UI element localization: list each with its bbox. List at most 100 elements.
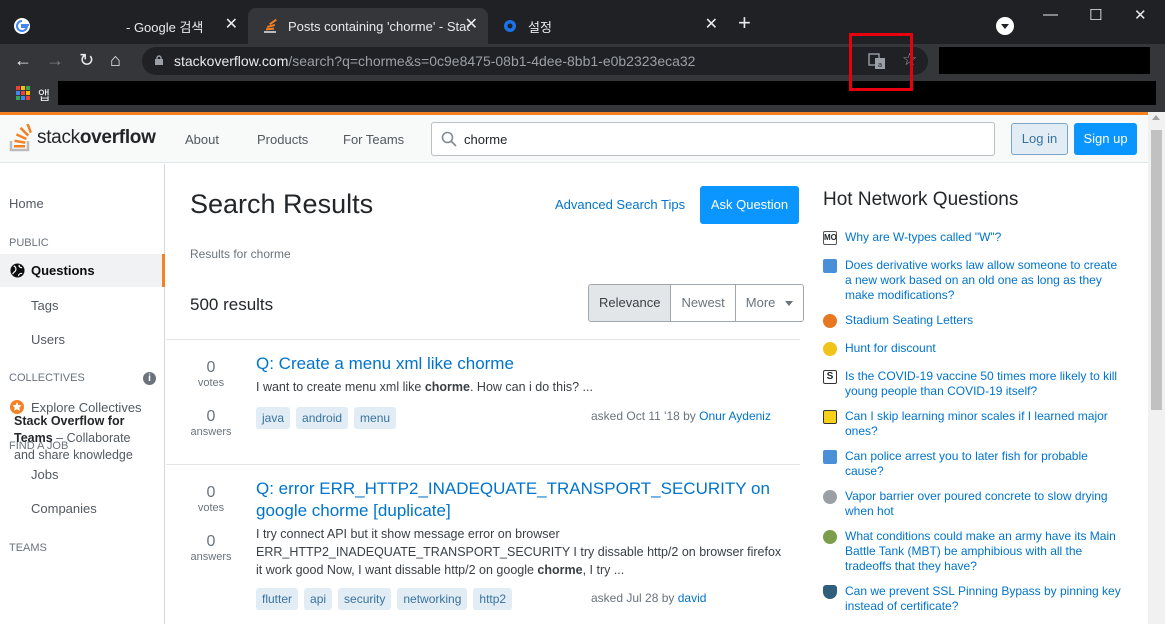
scrollbar-thumb[interactable] (1151, 130, 1162, 410)
stackoverflow-logo[interactable]: stackoverflow (9, 124, 156, 152)
new-tab-button[interactable]: + (738, 12, 751, 34)
tab-title: - Google 검색 (126, 19, 204, 35)
question-summary: 0 votes 0 answers Q: Create a menu xml lik… (166, 339, 800, 464)
login-button[interactable]: Log in (1011, 123, 1068, 155)
question-excerpt: I try connect API but it show message er… (256, 527, 782, 577)
tag[interactable]: networking (397, 588, 468, 610)
filter-more-dropdown[interactable]: More (735, 285, 804, 321)
tab-settings[interactable]: 설정 ✕ (488, 8, 728, 44)
forward-icon[interactable]: → (46, 50, 64, 70)
search-value: chorme (464, 132, 508, 147)
sidebar-heading-teams: TEAMS (9, 542, 47, 554)
hot-network-item[interactable]: S Is the COVID-19 vaccine 50 times more l… (823, 369, 1123, 399)
sidebar-heading-public: PUBLIC (9, 237, 49, 249)
skeptics-icon: S (823, 370, 837, 384)
hot-network-item-link[interactable]: What conditions could make an army have … (845, 529, 1123, 574)
sidebar-item-users[interactable]: Users (31, 332, 65, 347)
stackoverflow-logo-icon (9, 124, 32, 152)
security-icon (823, 585, 837, 599)
info-icon[interactable]: i (143, 372, 156, 385)
nav-about[interactable]: About (185, 132, 219, 147)
hot-network-item-link[interactable]: Vapor barrier over poured concrete to sl… (845, 489, 1123, 519)
tab-google-search[interactable]: - Google 검색 ✕ (0, 8, 248, 44)
maximize-button[interactable]: ☐ (1089, 6, 1102, 24)
close-tab-icon[interactable]: ✕ (705, 17, 718, 33)
worldbuilding-icon (823, 530, 837, 544)
user-link[interactable]: Onur Aydeniz (699, 409, 771, 423)
tag[interactable]: http2 (473, 588, 513, 610)
hot-network-item-link[interactable]: Can we prevent SSL Pinning Bypass by pin… (845, 584, 1123, 614)
ask-question-button[interactable]: Ask Question (700, 186, 799, 224)
hot-network-item[interactable]: Does derivative works law allow someone … (823, 258, 1123, 303)
home-icon[interactable]: ⌂ (110, 50, 121, 70)
tag[interactable]: security (338, 588, 392, 610)
sidebar-item-jobs[interactable]: Jobs (31, 467, 58, 482)
teams-promo: Stack Overflow for Teams – Collaborate a… (14, 413, 154, 464)
nav-for-teams[interactable]: For Teams (343, 132, 404, 147)
hot-network-item-link[interactable]: Can I skip learning minor scales if I le… (845, 409, 1123, 439)
so-topbar: stackoverflow About Products For Teams c… (0, 115, 1148, 163)
gear-icon (504, 20, 516, 32)
minimize-button[interactable]: — (1043, 6, 1058, 23)
sort-filter-group: Relevance Newest More (588, 284, 805, 322)
back-icon[interactable]: ← (14, 50, 32, 70)
user-link[interactable]: david (678, 591, 707, 605)
hot-network-item[interactable]: Stadium Seating Letters (823, 313, 1123, 328)
sidebar-item-label: Questions (31, 263, 95, 278)
hot-network-item-link[interactable]: Hunt for discount (845, 341, 936, 356)
scroll-up-arrow[interactable] (1152, 115, 1160, 120)
puzzling-icon (823, 314, 837, 328)
hot-network-item-link[interactable]: Does derivative works law allow someone … (845, 258, 1123, 303)
sidebar-item-tags[interactable]: Tags (31, 298, 58, 313)
hot-network-questions-title: Hot Network Questions (823, 189, 1019, 210)
tab-search-icon[interactable] (996, 17, 1014, 35)
left-sidebar: Home PUBLIC Questions Tags Users COLLECT… (0, 164, 165, 624)
asked-info: asked Oct 11 '18 by Onur Aydeniz (591, 409, 771, 423)
redacted-area (58, 81, 1156, 105)
tag[interactable]: flutter (256, 588, 299, 610)
tag[interactable]: java (256, 407, 291, 429)
sidebar-item-home[interactable]: Home (9, 196, 44, 211)
tag[interactable]: api (304, 588, 333, 610)
close-tab-icon[interactable]: ✕ (225, 17, 238, 33)
tab-title: Posts containing 'chorme' - Stac (288, 18, 470, 34)
apps-grid-icon[interactable] (16, 86, 30, 100)
hot-network-item[interactable]: Can police arrest you to later fish for … (823, 449, 1123, 479)
tag[interactable]: android (296, 407, 349, 429)
address-bar[interactable]: stackoverflow.com/search?q=chorme&s=0c9e… (142, 47, 928, 75)
apps-label[interactable]: 앱 (38, 85, 50, 104)
hot-network-item[interactable]: Vapor barrier over poured concrete to sl… (823, 489, 1123, 519)
hot-network-item[interactable]: Can we prevent SSL Pinning Bypass by pin… (823, 584, 1123, 614)
hot-network-item[interactable]: MO Why are W-types called "W"? (823, 230, 1123, 245)
advanced-search-tips-link[interactable]: Advanced Search Tips (555, 197, 685, 212)
law-icon (823, 259, 837, 273)
hot-network-item-link[interactable]: Can police arrest you to later fish for … (845, 449, 1123, 479)
reload-icon[interactable]: ↻ (79, 50, 94, 70)
question-title-link[interactable]: Q: Create a menu xml like chorme (256, 353, 786, 375)
close-tab-icon[interactable]: ✕ (465, 17, 478, 33)
nav-products[interactable]: Products (257, 132, 308, 147)
gold-medal-icon (823, 342, 837, 356)
filter-newest[interactable]: Newest (671, 285, 736, 321)
search-input[interactable]: chorme (431, 122, 995, 156)
hot-network-item[interactable]: Can I skip learning minor scales if I le… (823, 409, 1123, 439)
tag[interactable]: menu (354, 407, 397, 429)
hot-network-item-link[interactable]: Why are W-types called "W"? (845, 230, 1001, 245)
close-window-button[interactable]: ✕ (1134, 6, 1147, 24)
hot-network-item-link[interactable]: Stadium Seating Letters (845, 313, 973, 328)
question-summary: 0 votes 0 answers Q: error ERR_HTTP2_INADE… (166, 464, 800, 624)
question-title-link[interactable]: Q: error ERR_HTTP2_INADEQUATE_TRANSPORT_… (256, 478, 786, 522)
vote-count: 0 votes (197, 359, 225, 389)
hot-network-item[interactable]: What conditions could make an army have … (823, 529, 1123, 574)
signup-button[interactable]: Sign up (1074, 123, 1137, 155)
stackoverflow-icon (264, 18, 277, 33)
hot-network-item-link[interactable]: Is the COVID-19 vaccine 50 times more li… (845, 369, 1123, 399)
tab-stackoverflow[interactable]: Posts containing 'chorme' - Stac ✕ (248, 8, 488, 44)
question-excerpt: I want to create menu xml like chorme. H… (256, 380, 593, 394)
hot-network-item[interactable]: Hunt for discount (823, 341, 1123, 356)
sidebar-item-companies[interactable]: Companies (31, 501, 97, 516)
answer-count: 0 answers (190, 533, 232, 563)
sidebar-item-questions[interactable]: Questions (0, 254, 165, 287)
filter-relevance[interactable]: Relevance (589, 285, 672, 321)
music-icon (823, 410, 837, 424)
